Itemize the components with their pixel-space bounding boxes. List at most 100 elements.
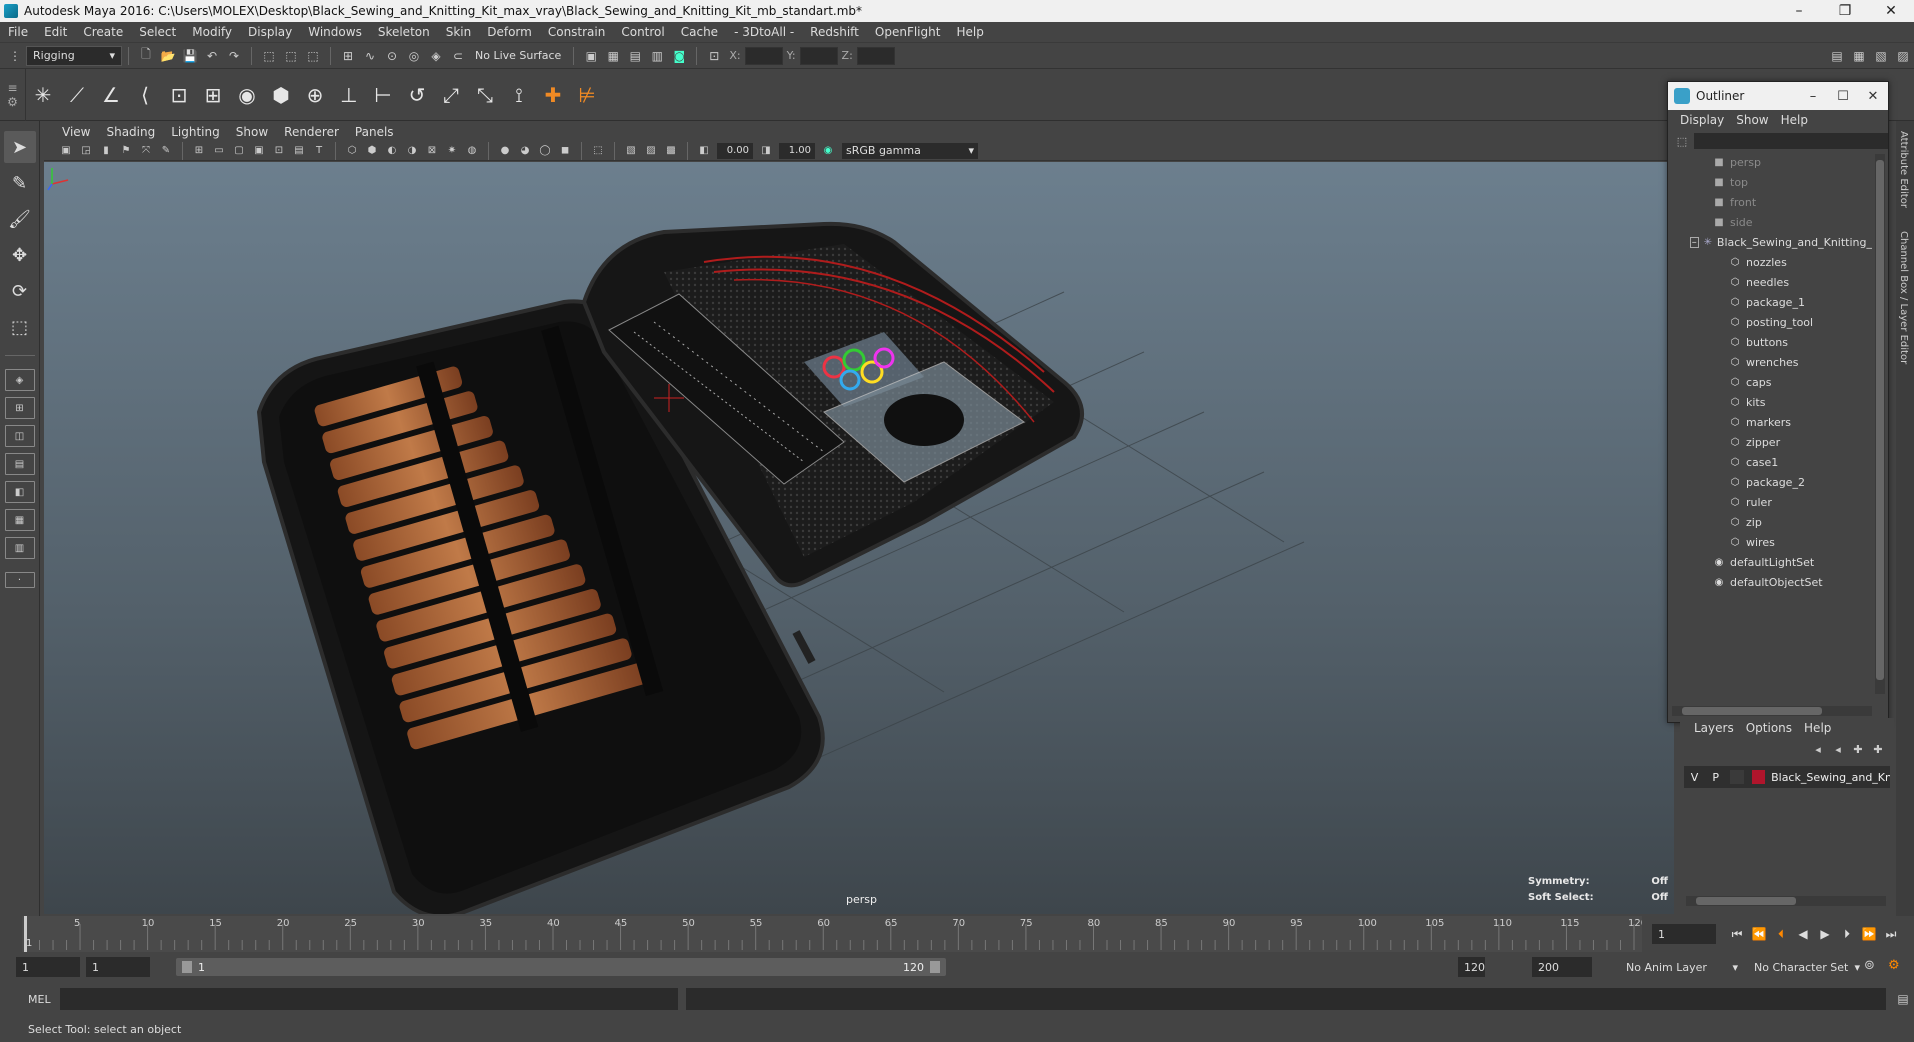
- channel-box-icon[interactable]: ▨: [1894, 47, 1912, 65]
- outliner-item-top[interactable]: ■ top: [1672, 172, 1872, 192]
- use-all-lights-icon[interactable]: ⊠: [424, 143, 440, 159]
- step-forward-frame-icon[interactable]: ⏵: [1836, 924, 1858, 944]
- select-tool-icon[interactable]: ➤: [3, 131, 36, 163]
- outliner-item-default-light-set[interactable]: ◉ defaultLightSet: [1672, 552, 1872, 572]
- y-field[interactable]: [799, 46, 838, 65]
- attribute-editor-icon[interactable]: ▦: [1850, 47, 1868, 65]
- select-hierarchy-icon[interactable]: ⬚: [260, 47, 278, 65]
- save-scene-icon[interactable]: 💾: [181, 47, 199, 65]
- point-constraint-icon[interactable]: ⊥: [334, 78, 364, 112]
- lattice-icon[interactable]: ⊞: [198, 78, 228, 112]
- custom-layout-icon[interactable]: ▥: [4, 537, 35, 559]
- start-time-field[interactable]: 1: [16, 957, 80, 977]
- outliner-item-caps[interactable]: ⬡ caps: [1672, 372, 1872, 392]
- move-layer-down-icon[interactable]: ◂: [1828, 743, 1848, 756]
- scrollbar-thumb[interactable]: [1696, 897, 1796, 905]
- color-space-dropdown[interactable]: sRGB gamma ▾: [842, 142, 978, 159]
- viewport-menu-lighting[interactable]: Lighting: [163, 125, 228, 139]
- 2d-pan-zoom-icon[interactable]: ⤧: [138, 143, 154, 159]
- playback-start-field[interactable]: 1: [86, 957, 150, 977]
- scrollbar-thumb[interactable]: [1876, 160, 1884, 680]
- outliner-item-default-object-set[interactable]: ◉ defaultObjectSet: [1672, 572, 1872, 592]
- outliner-item-wrenches[interactable]: ⬡ wrenches: [1672, 352, 1872, 372]
- close-button[interactable]: ✕: [1868, 0, 1914, 22]
- wireframe-on-shaded-icon[interactable]: ◐: [384, 143, 400, 159]
- aim-constraint-icon[interactable]: ⊢: [368, 78, 398, 112]
- wireframe-icon[interactable]: ⬡: [344, 143, 360, 159]
- outliner-item-needles[interactable]: ⬡ needles: [1672, 272, 1872, 292]
- filter-icon[interactable]: ⬚: [1674, 133, 1690, 149]
- animation-preferences-icon[interactable]: ⚙: [1888, 958, 1900, 973]
- time-ruler[interactable]: 5 10 15 20 25 30 35 40 45 50 55 60 65 70 75 80 85 90 95 100…: [22, 916, 1642, 952]
- wrap-icon[interactable]: ⬢: [266, 78, 296, 112]
- menu-help[interactable]: Help: [948, 25, 991, 39]
- outliner-menu-show[interactable]: Show: [1730, 113, 1774, 127]
- scrollbar-thumb[interactable]: [1682, 707, 1822, 715]
- exposure-icon[interactable]: ◧: [696, 143, 712, 159]
- outliner-item-package-2[interactable]: ⬡ package_2: [1672, 472, 1872, 492]
- snap-surface-icon[interactable]: ◈: [427, 47, 445, 65]
- layer-menu-help[interactable]: Help: [1798, 721, 1837, 735]
- outliner-item-kits[interactable]: ⬡ kits: [1672, 392, 1872, 412]
- outliner-item-markers[interactable]: ⬡ markers: [1672, 412, 1872, 432]
- channel-box-tab[interactable]: Channel Box / Layer Editor: [1898, 231, 1909, 364]
- new-layer-selected-icon[interactable]: ✚: [1868, 743, 1888, 756]
- hypershade-layout-icon[interactable]: ▦: [4, 509, 35, 531]
- bookmark-icon[interactable]: ▮: [98, 143, 114, 159]
- outliner-item-nozzles[interactable]: ⬡ nozzles: [1672, 252, 1872, 272]
- maximize-button[interactable]: ❐: [1822, 0, 1868, 22]
- playback-end-field[interactable]: 120: [1458, 957, 1485, 977]
- resolution-gate-icon[interactable]: ▢: [231, 143, 247, 159]
- undo-icon[interactable]: ↶: [203, 47, 221, 65]
- outliner-menu-help[interactable]: Help: [1775, 113, 1814, 127]
- step-back-key-icon[interactable]: ⏪: [1748, 924, 1770, 944]
- select-object-icon[interactable]: ⬚: [282, 47, 300, 65]
- move-layer-up-icon[interactable]: ◂: [1808, 743, 1828, 756]
- menu-display[interactable]: Display: [240, 25, 300, 39]
- go-to-start-icon[interactable]: ⏮: [1726, 924, 1748, 944]
- outliner-item-case1[interactable]: ⬡ case1: [1672, 452, 1872, 472]
- more-layouts-icon[interactable]: ·: [4, 572, 35, 588]
- persp-graph-layout-icon[interactable]: ◧: [4, 481, 35, 503]
- new-scene-icon[interactable]: 🗋: [137, 47, 155, 65]
- scale-tool-icon[interactable]: ⬚: [4, 311, 36, 343]
- attribute-editor-tab[interactable]: Attribute Editor: [1898, 131, 1909, 208]
- mirror-joint-icon[interactable]: ⟨: [130, 78, 160, 112]
- menu-select[interactable]: Select: [131, 25, 184, 39]
- script-language-label[interactable]: MEL: [0, 993, 60, 1006]
- menu-openflight[interactable]: OpenFlight: [867, 25, 949, 39]
- exposure-field[interactable]: 0.00: [717, 142, 753, 159]
- anti-aliasing-icon[interactable]: ◕: [517, 143, 533, 159]
- snap-curve-icon[interactable]: ∿: [361, 47, 379, 65]
- menu-edit[interactable]: Edit: [36, 25, 75, 39]
- layer-color-swatch[interactable]: [1751, 770, 1766, 784]
- textured-icon[interactable]: ◑: [404, 143, 420, 159]
- lasso-tool-icon[interactable]: ✎: [4, 167, 36, 199]
- minimize-button[interactable]: –: [1776, 0, 1822, 22]
- outliner-item-side[interactable]: ■ side: [1672, 212, 1872, 232]
- render-frame-icon[interactable]: ▣: [582, 47, 600, 65]
- play-forward-icon[interactable]: ▶: [1814, 924, 1836, 944]
- layer-visibility-toggle[interactable]: V: [1684, 771, 1705, 784]
- 3d-viewport[interactable]: persp Symmetry: Off Soft Select: Off: [44, 162, 1674, 914]
- outliner-item-front[interactable]: ■ front: [1672, 192, 1872, 212]
- outliner-item-buttons[interactable]: ⬡ buttons: [1672, 332, 1872, 352]
- menu-3dtoall[interactable]: - 3DtoAll -: [726, 25, 802, 39]
- layer-menu-options[interactable]: Options: [1740, 721, 1798, 735]
- hypershade-icon[interactable]: ▥: [648, 47, 666, 65]
- open-scene-icon[interactable]: 📂: [159, 47, 177, 65]
- field-chart-icon[interactable]: ⊡: [271, 143, 287, 159]
- menuset-dropdown[interactable]: Rigging ▾: [26, 45, 122, 66]
- menu-redshift[interactable]: Redshift: [802, 25, 867, 39]
- layer-playback-toggle[interactable]: P: [1705, 771, 1726, 784]
- render-settings-icon[interactable]: ▤: [626, 47, 644, 65]
- menu-windows[interactable]: Windows: [300, 25, 370, 39]
- step-forward-key-icon[interactable]: ⏩: [1858, 924, 1880, 944]
- viewport-menu-show[interactable]: Show: [228, 125, 276, 139]
- menu-cache[interactable]: Cache: [673, 25, 726, 39]
- outliner-minimize-button[interactable]: –: [1798, 89, 1828, 104]
- pole-vector-icon[interactable]: ⟟: [504, 78, 534, 112]
- isolate-select-icon[interactable]: ⬚: [590, 143, 606, 159]
- menu-skeleton[interactable]: Skeleton: [370, 25, 438, 39]
- new-layer-icon[interactable]: ✚: [1848, 743, 1868, 756]
